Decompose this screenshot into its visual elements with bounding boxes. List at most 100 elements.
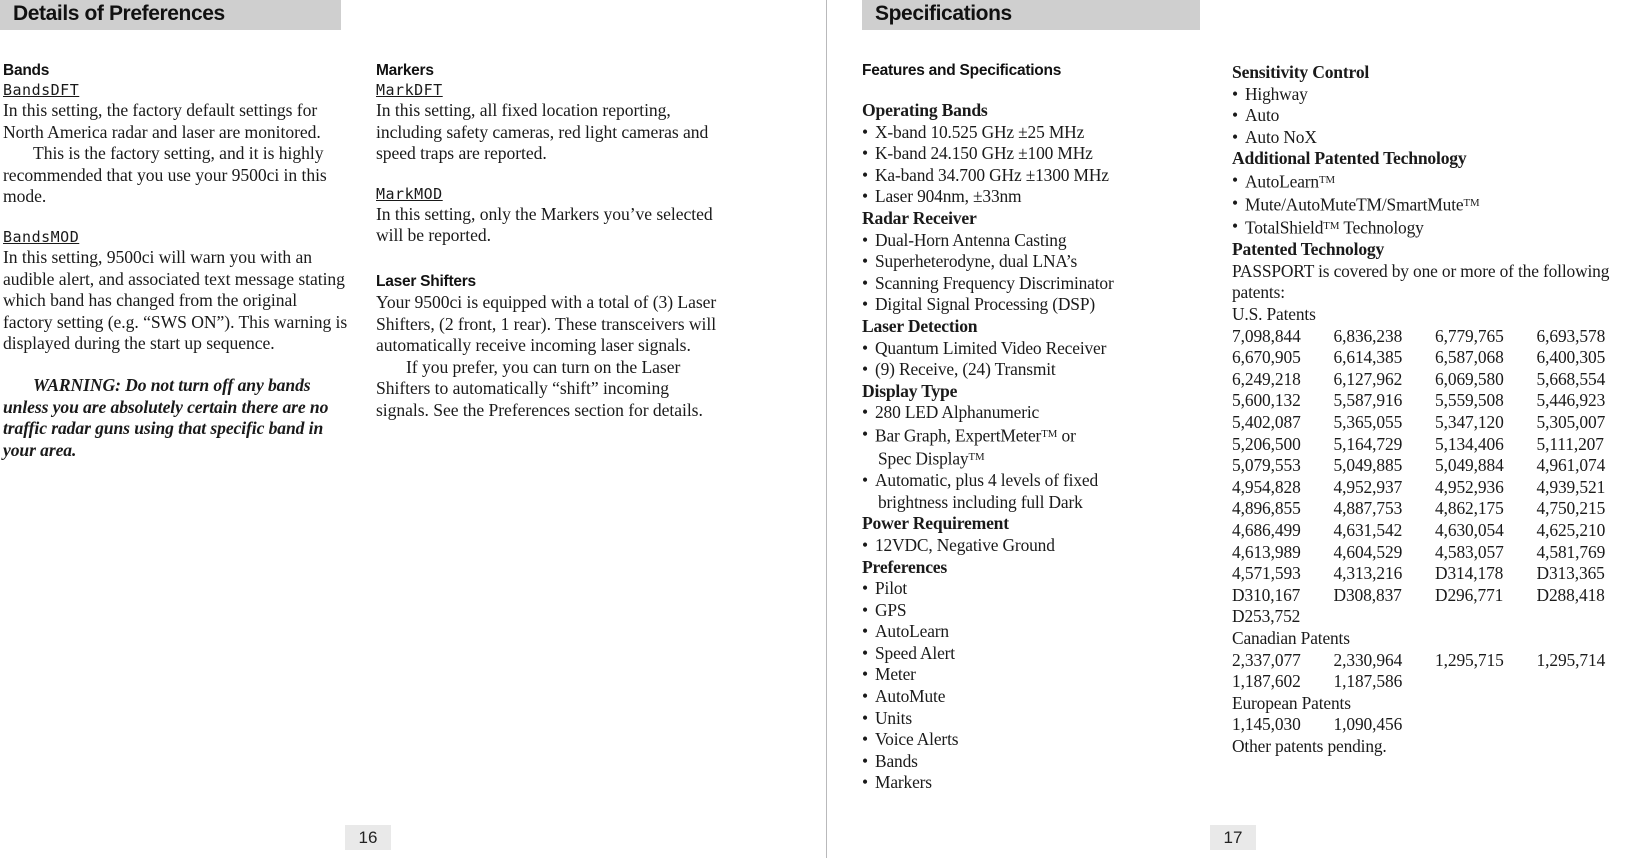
patent-number: 5,559,508	[1435, 390, 1504, 411]
spec-list-item: • AutoMute	[862, 686, 946, 707]
bullet-icon: •	[862, 534, 868, 555]
preferences-column-2: Markers MarkDFT In this setting, all fix…	[376, 62, 721, 422]
warning-paragraph: WARNING: Do not turn off any bands unles…	[3, 374, 329, 460]
patent-number: 4,613,989	[1232, 541, 1301, 562]
paragraph-bandsdft-1: In this setting, the factory default set…	[3, 100, 321, 142]
spec-group-heading: Operating Bands	[862, 100, 988, 120]
patent-number: D310,167	[1232, 584, 1301, 605]
patent-number: 1,187,602	[1232, 671, 1301, 692]
patent-number: 4,750,215	[1536, 498, 1606, 519]
patent-number: D288,418	[1536, 584, 1605, 605]
setting-label-bandsdft: BandsDFT	[3, 81, 80, 99]
bullet-icon: •	[862, 359, 868, 380]
spec-list-item: Spec DisplayTM	[878, 448, 985, 469]
patent-number: 5,049,885	[1333, 455, 1403, 476]
spec-list-item: • K-band 24.150 GHz ±100 MHz	[862, 143, 1093, 164]
paragraph-laser-shifters-2: If you prefer, you can turn on the Laser…	[376, 356, 703, 420]
patent-number: 1,090,456	[1333, 714, 1403, 735]
paragraph-markdft: In this setting, all fixed location repo…	[376, 100, 709, 164]
section-heading-markers: Markers	[376, 62, 434, 79]
patent-number: D308,837	[1333, 584, 1402, 605]
spec-group-items: • 12VDC, Negative Ground	[862, 535, 1212, 557]
spec-group-items: • 280 LED Alphanumeric • Bar Graph, ExpertM…	[862, 402, 1212, 513]
patent-number: 4,583,057	[1435, 541, 1504, 562]
features-and-specifications-title: Features and Specifications	[862, 62, 1062, 79]
spec-list-item: • 280 LED Alphanumeric	[862, 402, 1040, 423]
page-number-right: 17	[1210, 825, 1256, 850]
page-number-left: 16	[345, 825, 391, 850]
bullet-icon: •	[862, 251, 868, 272]
patent-number: 5,402,087	[1232, 412, 1301, 433]
bullet-icon: •	[862, 750, 868, 771]
section-heading-laser-shifters: Laser Shifters	[376, 272, 476, 290]
bullet-icon: •	[1232, 169, 1238, 190]
patent-number: 6,779,765	[1435, 325, 1504, 346]
patent-number: 5,134,406	[1435, 433, 1504, 454]
patent-number: 2,330,964	[1333, 649, 1403, 670]
spec-list-item: • Meter	[862, 664, 916, 685]
spec-group-heading: Power Requirement	[862, 513, 1009, 534]
patent-number: 5,049,884	[1435, 455, 1504, 476]
spec-list-item: • Superheterodyne, dual LNA’s	[862, 251, 1078, 272]
bullet-icon: •	[862, 229, 868, 250]
list-additional-technology: • AutoLearnTM • Mute/AutoMuteTM/SmartMuteTM…	[1232, 170, 1632, 239]
european-patents-label: European Patents	[1232, 692, 1351, 713]
preferences-column-1: Bands BandsDFT In this setting, the fact…	[3, 62, 348, 461]
patent-number: 6,836,238	[1333, 325, 1403, 346]
bullet-icon: •	[862, 621, 868, 642]
patent-number: 6,400,305	[1536, 347, 1606, 368]
patent-number: 2,337,077	[1232, 649, 1301, 670]
patent-number: D296,771	[1435, 584, 1504, 605]
patent-number: 4,571,593	[1232, 563, 1301, 584]
bullet-icon: •	[862, 402, 868, 423]
spec-group-heading: Radar Receiver	[862, 207, 977, 228]
patent-number: 1,295,715	[1435, 649, 1504, 670]
spec-group-items: • X-band 10.525 GHz ±25 MHz • K-band 24.150…	[862, 122, 1212, 208]
patent-number: 6,069,580	[1435, 368, 1504, 389]
bullet-icon: •	[862, 707, 868, 728]
left-page: Details of Preferences Bands BandsDFT In…	[0, 0, 826, 858]
bullet-icon: •	[862, 599, 868, 620]
spec-list-item: • 12VDC, Negative Ground	[862, 534, 1055, 555]
spec-list-item: • Markers	[862, 772, 932, 793]
patent-number: 4,625,210	[1536, 520, 1606, 541]
spec-list-item: • (9) Receive, (24) Transmit	[862, 359, 1056, 380]
bullet-icon: •	[862, 642, 868, 663]
patent-number: 4,631,542	[1333, 520, 1403, 541]
spec-list-item: • Units	[862, 707, 912, 728]
spec-list-item: • Pilot	[862, 578, 908, 599]
spec-list-item: • Bands	[862, 750, 918, 771]
patent-number: 5,446,923	[1536, 390, 1606, 411]
european-patent-grid: 1,145,030 1,090,456	[1232, 714, 1632, 736]
spec-list-item: • X-band 10.525 GHz ±25 MHz	[862, 121, 1085, 142]
canadian-patents-label: Canadian Patents	[1232, 627, 1350, 648]
spec-list-item: • Mute/AutoMuteTM/SmartMuteTM	[1232, 193, 1480, 215]
bullet-icon: •	[862, 186, 868, 207]
spec-list-item: • Highway	[1232, 83, 1308, 104]
bullet-icon: •	[862, 772, 868, 793]
bullet-icon: •	[862, 686, 868, 707]
paragraph-bandsdft-2: This is the factory setting, and it is h…	[3, 143, 327, 207]
patent-number: 5,111,207	[1536, 433, 1604, 454]
patent-number: 1,295,714	[1536, 649, 1606, 670]
patent-number: D253,752	[1232, 606, 1301, 627]
patent-number: 5,347,120	[1435, 412, 1504, 433]
setting-label-bandsmod: BandsMOD	[3, 227, 80, 246]
heading-patented-technology: Patented Technology	[1232, 239, 1385, 260]
bullet-icon: •	[862, 729, 868, 750]
bullet-icon: •	[862, 143, 868, 164]
patent-number: 4,887,753	[1333, 498, 1403, 519]
patent-number: 4,630,054	[1435, 520, 1504, 541]
patent-number: 4,939,521	[1536, 476, 1606, 497]
patent-number: 4,952,937	[1333, 476, 1403, 497]
patent-number: 4,862,175	[1435, 498, 1504, 519]
heading-sensitivity-control: Sensitivity Control	[1232, 62, 1370, 82]
spec-list-item: • Automatic, plus 4 levels of fixed	[862, 470, 1099, 491]
spec-list-item: • AutoLearnTM	[1232, 169, 1336, 192]
patent-number: 4,686,499	[1232, 520, 1301, 541]
patent-number: 6,614,385	[1333, 347, 1403, 368]
bullet-icon: •	[1232, 216, 1238, 237]
